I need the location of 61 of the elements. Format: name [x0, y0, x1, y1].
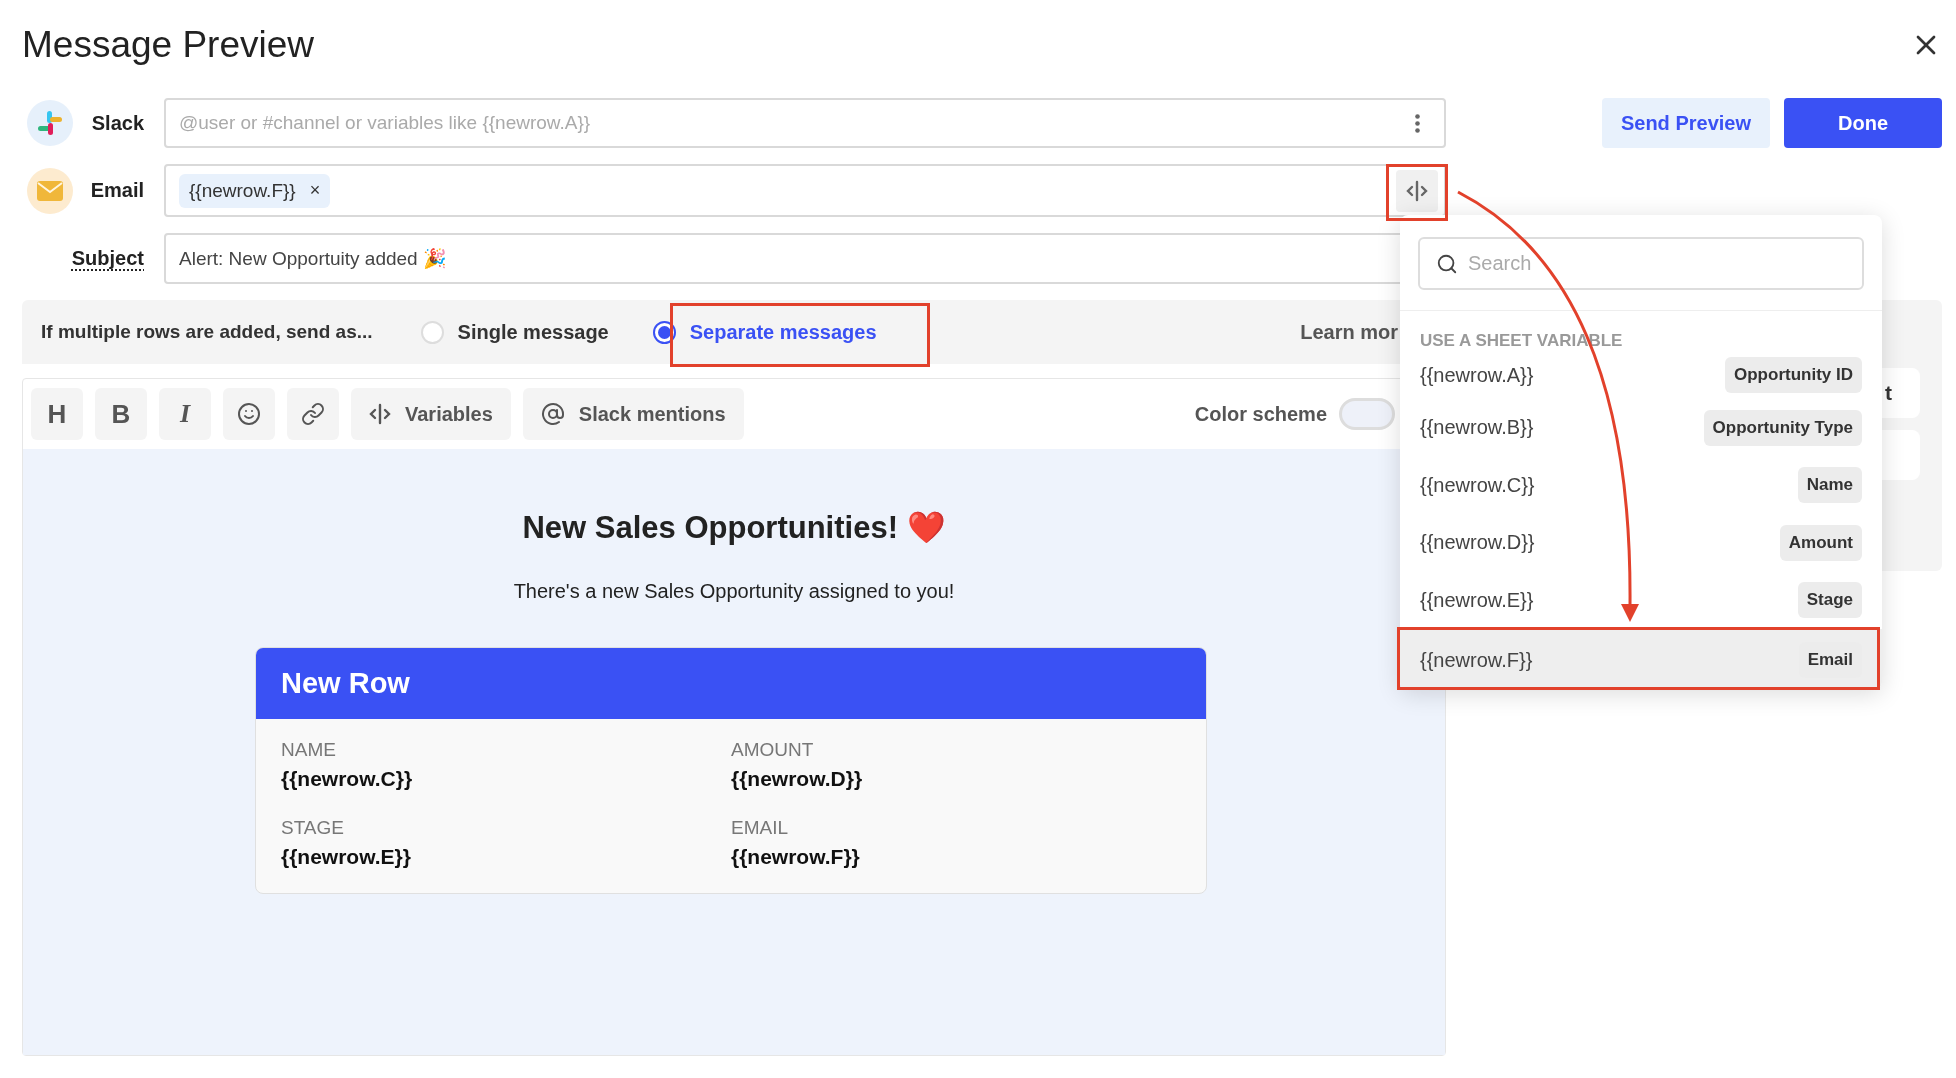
emoji-button[interactable]: [223, 388, 275, 440]
heading-button[interactable]: H: [31, 388, 83, 440]
variable-item[interactable]: {{newrow.C}} Name: [1400, 456, 1882, 514]
variable-item[interactable]: {{newrow.F}} Email: [1400, 629, 1882, 690]
field-label: Slack: [91, 111, 144, 135]
variable-item[interactable]: {{newrow.A}} Opportunity ID: [1400, 351, 1882, 399]
column-tag: Opportunity Type: [1703, 409, 1862, 446]
bold-button[interactable]: B: [95, 388, 147, 440]
variable-name: {{newrow.E}}: [1420, 588, 1534, 612]
field-name: AMOUNT: [731, 739, 815, 761]
more-icon: [1414, 113, 1420, 133]
column-tag: Name: [1797, 467, 1862, 504]
mentions-button[interactable]: Slack mentions: [522, 388, 744, 440]
preview-heading: New Sales Opportunities! ❤: [522, 509, 946, 546]
field-name: NAME: [281, 739, 337, 761]
recipient-chip[interactable]: {{newrow.F}} ×: [179, 173, 331, 208]
radio-option[interactable]: Single message: [410, 320, 613, 344]
highlight-frame: [1386, 164, 1448, 221]
field-name: STAGE: [281, 817, 345, 839]
link-button[interactable]: [287, 388, 339, 440]
variable-item[interactable]: {{newrow.E}} Stage: [1400, 571, 1882, 629]
email-recipient-field[interactable]: {{newrow.F}} ×: [164, 164, 1446, 217]
smiley-icon: [237, 402, 261, 426]
field-value: {{newrow.E}}: [281, 845, 412, 869]
at-sign-icon: [540, 402, 565, 426]
field-name: EMAIL: [731, 817, 790, 839]
variable-name: {{newrow.B}}: [1420, 416, 1534, 440]
send-preview-button[interactable]: Send Preview: [1601, 98, 1770, 148]
code-icon: [369, 402, 391, 426]
field-label: Email: [90, 179, 144, 202]
variable-item[interactable]: {{newrow.D}} Amount: [1400, 514, 1882, 572]
variable-name: {{newrow.A}}: [1420, 363, 1534, 387]
variable-name: {{newrow.F}}: [1420, 648, 1533, 672]
preview-subtitle: There's a new Sales Opportunity assigned to you!: [513, 580, 955, 603]
dialog-title: Message Preview: [22, 24, 314, 66]
field-value: {{newrow.D}}: [731, 767, 864, 791]
color-scheme-label: Color scheme: [1194, 402, 1327, 426]
slack-logo-icon: [37, 110, 63, 136]
envelope-icon: [37, 180, 63, 201]
variable-name: {{newrow.D}}: [1420, 531, 1535, 555]
variable-item[interactable]: {{newrow.B}} Opportunity Type: [1400, 399, 1882, 457]
variables-button[interactable]: Variables: [351, 388, 511, 440]
link-icon: [301, 402, 325, 426]
column-tag: Stage: [1797, 582, 1862, 619]
field-label: Subject: [71, 247, 144, 270]
learn-more-link[interactable]: Learn mor: [1300, 320, 1398, 344]
code-icon: [1406, 178, 1428, 203]
color-scheme-toggle[interactable]: [1339, 398, 1395, 430]
remove-icon[interactable]: ×: [309, 180, 321, 201]
radio-option[interactable]: Separate messages: [642, 320, 881, 344]
done-button[interactable]: Done: [1784, 98, 1942, 148]
send-mode-prompt: If multiple rows are added, send as...: [41, 321, 373, 343]
column-tag: Opportunity ID: [1725, 357, 1862, 393]
card-title: New Row: [256, 648, 1206, 719]
column-tag: Amount: [1779, 524, 1862, 561]
italic-button[interactable]: I: [159, 388, 211, 440]
field-value: {{newrow.F}}: [731, 845, 861, 869]
insert-variable-button[interactable]: [1396, 169, 1438, 212]
variable-name: {{newrow.C}}: [1420, 473, 1535, 497]
search-icon: [1436, 252, 1458, 275]
field-value: {{newrow.C}}: [281, 767, 414, 791]
